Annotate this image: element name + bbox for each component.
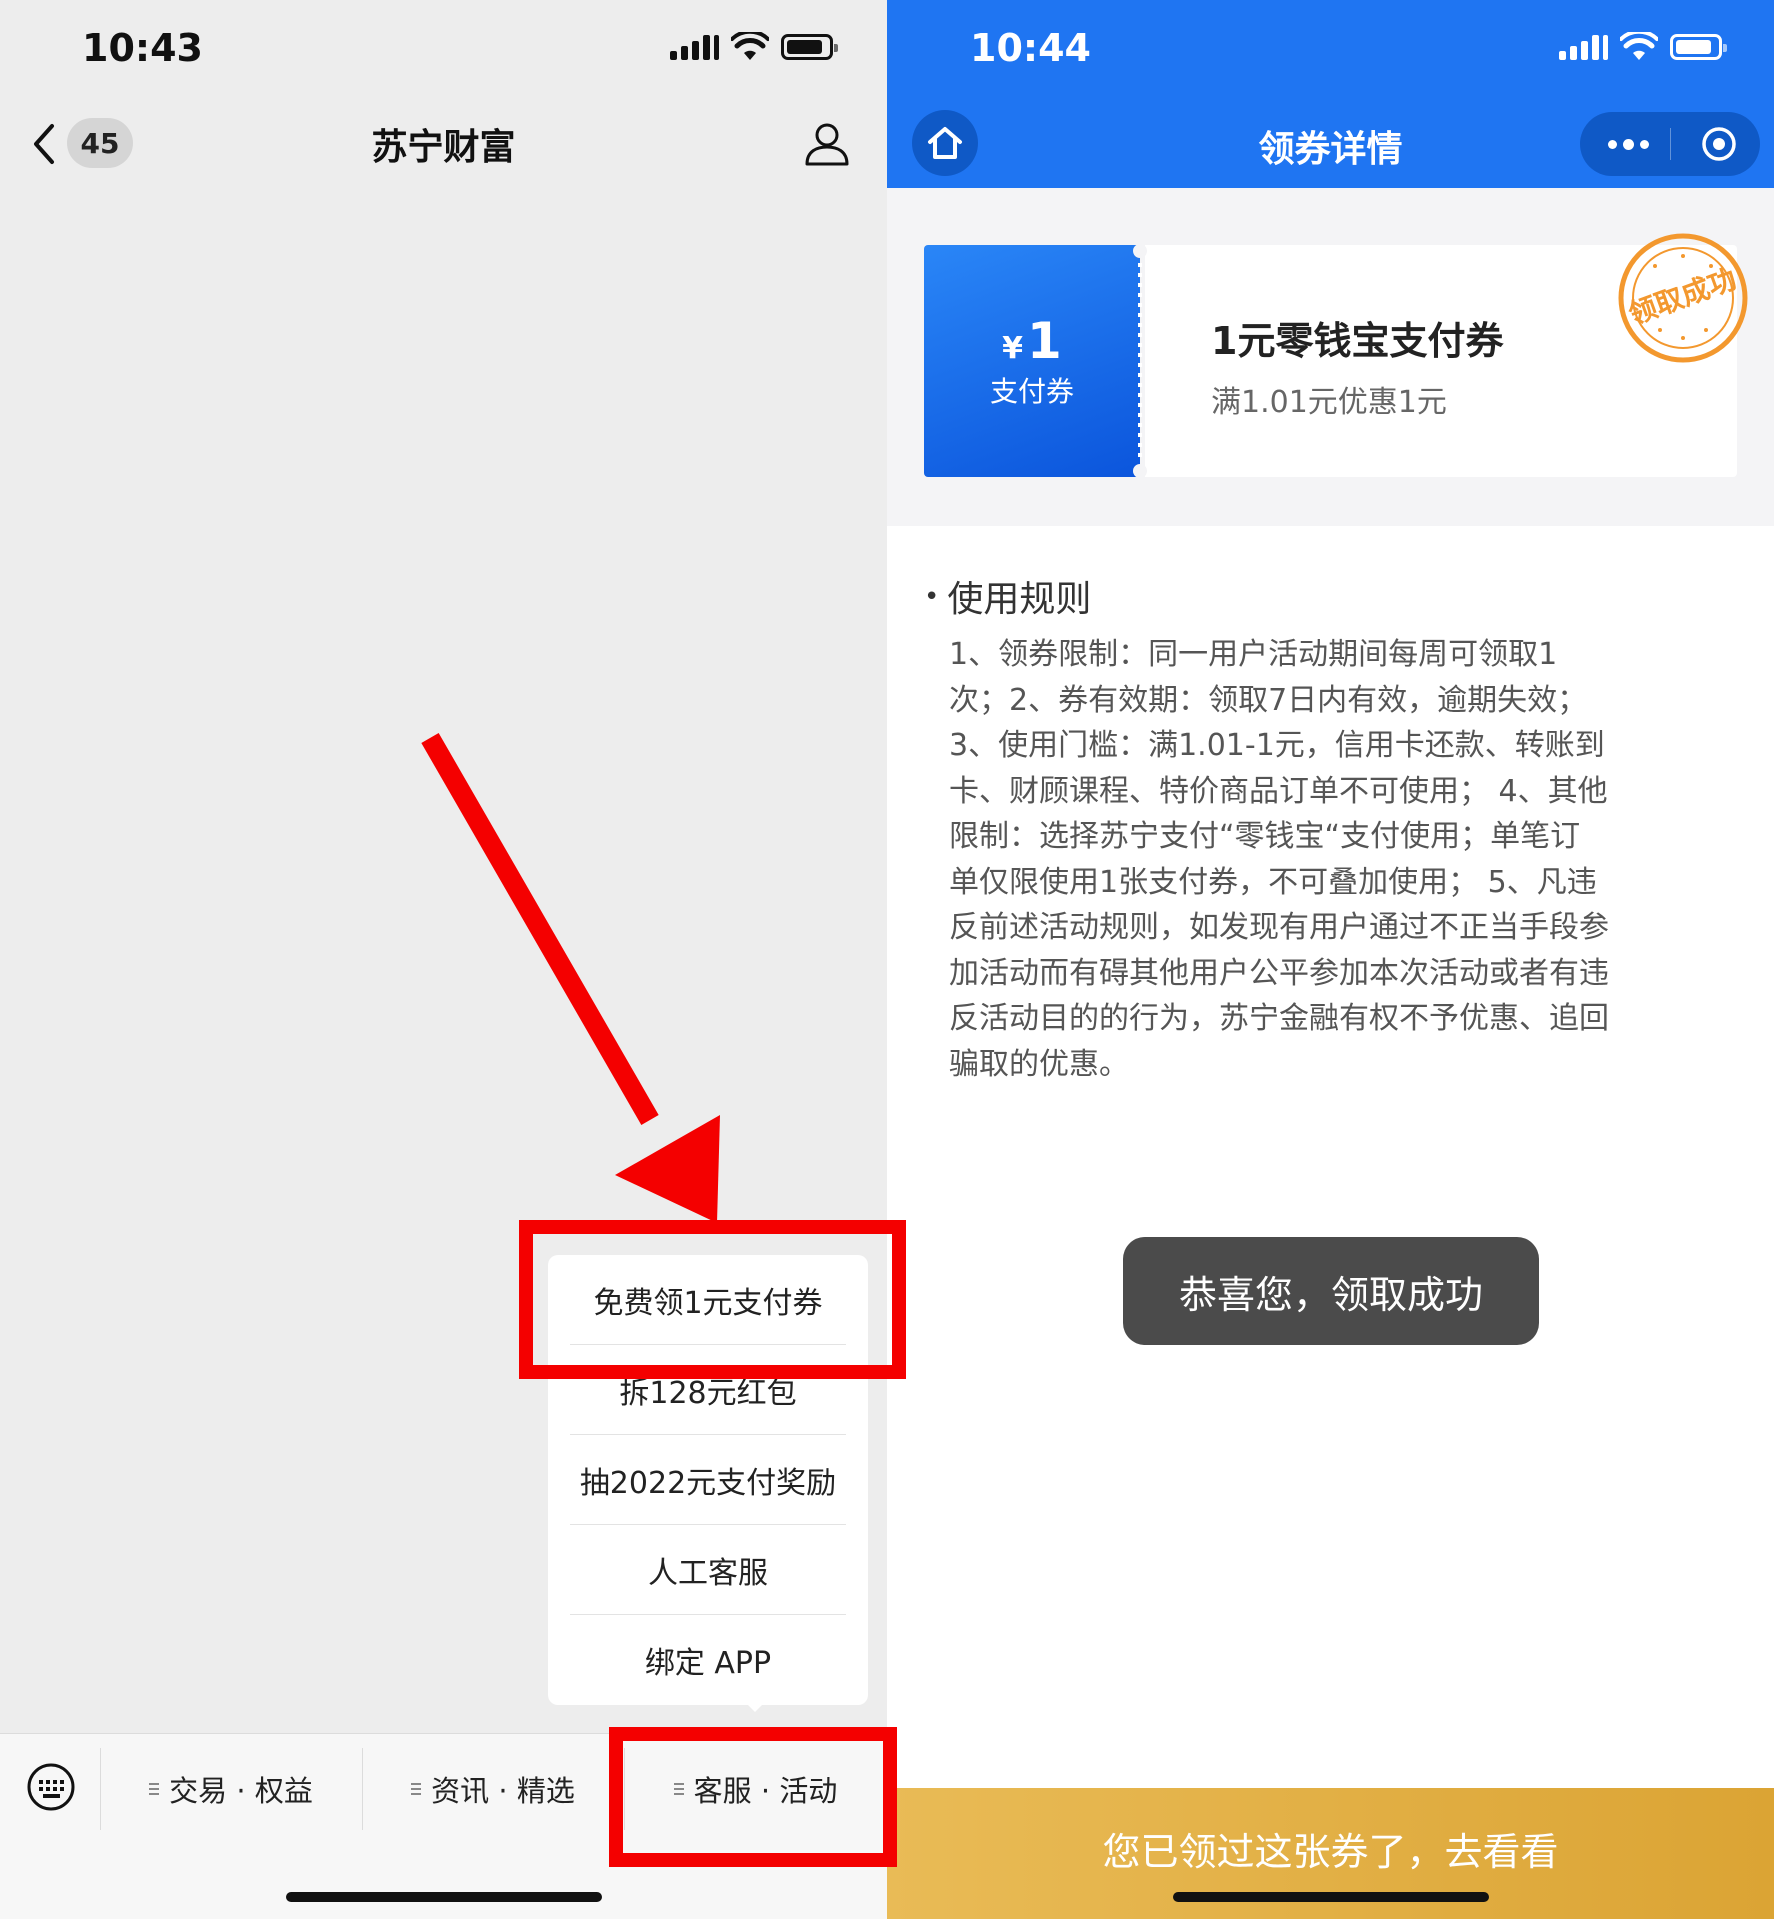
battery-icon (781, 34, 838, 60)
rules-title: 使用规则 (947, 579, 1092, 620)
success-toast: 恭喜您，领取成功 (1123, 1237, 1539, 1345)
status-time: 10:44 (970, 26, 1091, 70)
home-indicator (286, 1892, 602, 1902)
menu-pointer (745, 1702, 765, 1712)
status-icons (1559, 32, 1727, 62)
battery-icon (1670, 34, 1727, 60)
wifi-icon (1620, 32, 1658, 60)
status-time: 10:43 (82, 26, 203, 70)
status-icons (670, 32, 838, 62)
menu-lines-icon (411, 1780, 422, 1798)
menu-item-lottery[interactable]: 抽2022元支付奖励 (548, 1435, 868, 1524)
home-indicator (1173, 1892, 1489, 1902)
currency-symbol: ¥ (1002, 331, 1024, 366)
rules-text: 1、领券限制：同一用户活动期间每周可领取1次；2、券有效期：领取7日内有效，逾期… (949, 637, 1609, 1082)
page-title: 苏宁财富 (371, 127, 516, 168)
rules-heading: • 使用规则 (924, 579, 1092, 620)
keyboard-icon[interactable] (26, 1762, 76, 1812)
right-screen: 10:44 领券详情 ¥1 支付券 1元零钱宝支付券 满1.01元优惠1元 领取… (887, 0, 1774, 1919)
status-bar: 10:43 (0, 0, 887, 100)
coupon-condition: 满1.01元优惠1元 (1211, 385, 1447, 420)
menu-item-bind-app[interactable]: 绑定 APP (548, 1615, 868, 1704)
capsule-divider (1670, 128, 1671, 160)
stamp-text: 领取成功 (1624, 262, 1741, 331)
coupon-perforation (1133, 245, 1147, 477)
claimed-stamp-icon: 领取成功 (1618, 233, 1748, 363)
menu-lines-icon (149, 1780, 160, 1798)
highlight-box-service-tab (609, 1727, 897, 1867)
signal-icon (670, 34, 719, 60)
coupon-amount: ¥1 (924, 312, 1140, 370)
highlight-box-free-coupon (519, 1220, 906, 1379)
more-options-icon[interactable] (1608, 112, 1649, 176)
coupon-type: 支付券 (989, 375, 1074, 408)
tab-news-picks[interactable]: 资讯 · 精选 (362, 1748, 624, 1830)
red-arrow-annotation (421, 733, 720, 1223)
tab-label: 交易 · 权益 (169, 1774, 313, 1808)
tab-label: 资讯 · 精选 (431, 1774, 575, 1808)
menu-item-customer-service[interactable]: 人工客服 (548, 1525, 868, 1614)
coupon-amount-value: 1 (1027, 312, 1062, 370)
tab-trade-rights[interactable]: 交易 · 权益 (100, 1748, 362, 1830)
close-target-icon[interactable] (1700, 125, 1738, 163)
coupon-title: 1元零钱宝支付券 (1211, 319, 1504, 363)
wifi-icon (731, 32, 769, 60)
mini-program-capsule (1580, 112, 1760, 176)
signal-icon (1559, 34, 1608, 60)
status-bar: 10:44 (887, 0, 1774, 100)
user-profile-icon[interactable] (804, 120, 850, 166)
